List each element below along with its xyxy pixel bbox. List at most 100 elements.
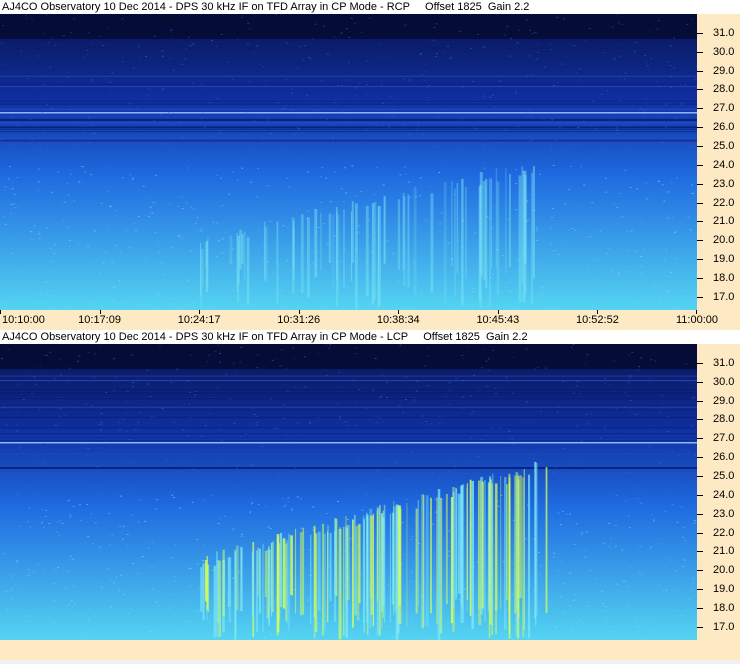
noise-speck	[366, 478, 369, 480]
burst-striation	[351, 201, 354, 263]
burst-striation	[408, 194, 410, 288]
noise-speck	[601, 298, 604, 300]
noise-speck	[119, 525, 122, 527]
noise-speck	[431, 523, 434, 525]
noise-speck	[161, 263, 163, 265]
noise-speck	[574, 594, 577, 595]
noise-speck	[61, 523, 64, 524]
noise-speck	[217, 240, 220, 242]
frequency-tick-label: 24.0	[713, 158, 735, 171]
frequency-tick	[697, 626, 703, 628]
noise-speck	[445, 151, 448, 153]
noise-speck	[2, 25, 4, 26]
noise-speck	[151, 212, 154, 214]
noise-speck	[99, 435, 102, 437]
noise-speck	[39, 364, 42, 366]
burst-striation	[343, 526, 345, 636]
noise-speck	[643, 115, 646, 117]
noise-speck	[587, 156, 590, 158]
noise-speck	[329, 201, 332, 203]
noise-speck	[673, 67, 676, 68]
noise-speck	[168, 111, 170, 113]
noise-speck	[282, 225, 285, 227]
noise-speck	[563, 448, 566, 450]
burst-striation	[321, 523, 325, 636]
noise-speck	[663, 258, 666, 260]
noise-speck	[17, 447, 20, 449]
noise-speck	[643, 249, 646, 251]
noise-speck	[166, 460, 169, 461]
noise-speck	[410, 538, 413, 540]
noise-speck	[245, 479, 248, 481]
noise-speck	[654, 360, 656, 362]
noise-speck	[516, 260, 519, 261]
noise-speck	[535, 251, 538, 253]
noise-speck	[6, 608, 9, 610]
noise-speck	[46, 227, 49, 229]
frequency-tick	[697, 296, 703, 298]
noise-speck	[219, 177, 222, 179]
noise-speck	[125, 545, 128, 547]
noise-speck	[496, 305, 499, 307]
burst-striation	[461, 178, 464, 306]
noise-speck	[121, 18, 124, 20]
spectrogram-svg	[0, 14, 697, 310]
noise-speck	[619, 55, 622, 57]
noise-speck	[673, 37, 676, 39]
noise-speck	[59, 358, 62, 360]
burst-striation	[369, 516, 372, 599]
noise-speck	[489, 117, 492, 119]
noise-speck	[410, 571, 413, 572]
noise-speck	[98, 272, 101, 273]
noise-speck	[79, 519, 82, 521]
interference-line	[0, 131, 697, 133]
interference-line	[0, 380, 697, 382]
frequency-tick-label: 23.0	[713, 507, 735, 520]
noise-speck	[358, 389, 361, 390]
noise-speck	[2, 553, 5, 555]
noise-speck	[461, 355, 464, 357]
noise-speck	[449, 390, 452, 391]
noise-speck	[556, 411, 559, 413]
noise-speck	[501, 254, 504, 256]
noise-speck	[555, 139, 558, 141]
noise-speck	[172, 492, 175, 494]
noise-speck	[188, 403, 191, 405]
noise-speck	[610, 537, 613, 539]
noise-speck	[279, 153, 282, 155]
noise-speck	[657, 180, 660, 182]
noise-speck	[388, 123, 391, 125]
noise-speck	[184, 58, 187, 60]
interference-line	[0, 108, 697, 111]
noise-speck	[478, 389, 480, 391]
noise-speck	[591, 202, 594, 204]
frequency-tick-label: 25.0	[713, 139, 735, 152]
noise-speck	[239, 361, 242, 363]
noise-speck	[386, 381, 388, 383]
noise-speck	[111, 534, 114, 536]
noise-speck	[680, 506, 683, 508]
noise-speck	[676, 177, 679, 179]
burst-striation	[456, 183, 459, 274]
noise-speck	[41, 76, 44, 78]
noise-speck	[34, 492, 37, 494]
noise-speck	[423, 477, 426, 478]
noise-speck	[34, 384, 37, 386]
noise-speck	[586, 446, 588, 448]
noise-speck	[69, 555, 72, 557]
noise-speck	[628, 566, 631, 567]
frequency-tick	[697, 32, 703, 34]
noise-speck	[608, 248, 611, 250]
noise-speck	[183, 404, 186, 406]
noise-speck	[575, 523, 578, 525]
noise-speck	[216, 222, 219, 224]
noise-speck	[67, 380, 70, 382]
noise-speck	[276, 428, 279, 430]
interference-line	[0, 405, 697, 407]
noise-speck	[462, 358, 465, 359]
noise-speck	[158, 261, 161, 263]
noise-speck	[251, 502, 254, 504]
noise-speck	[90, 471, 93, 473]
noise-speck	[358, 82, 361, 84]
frequency-tick	[697, 400, 703, 402]
